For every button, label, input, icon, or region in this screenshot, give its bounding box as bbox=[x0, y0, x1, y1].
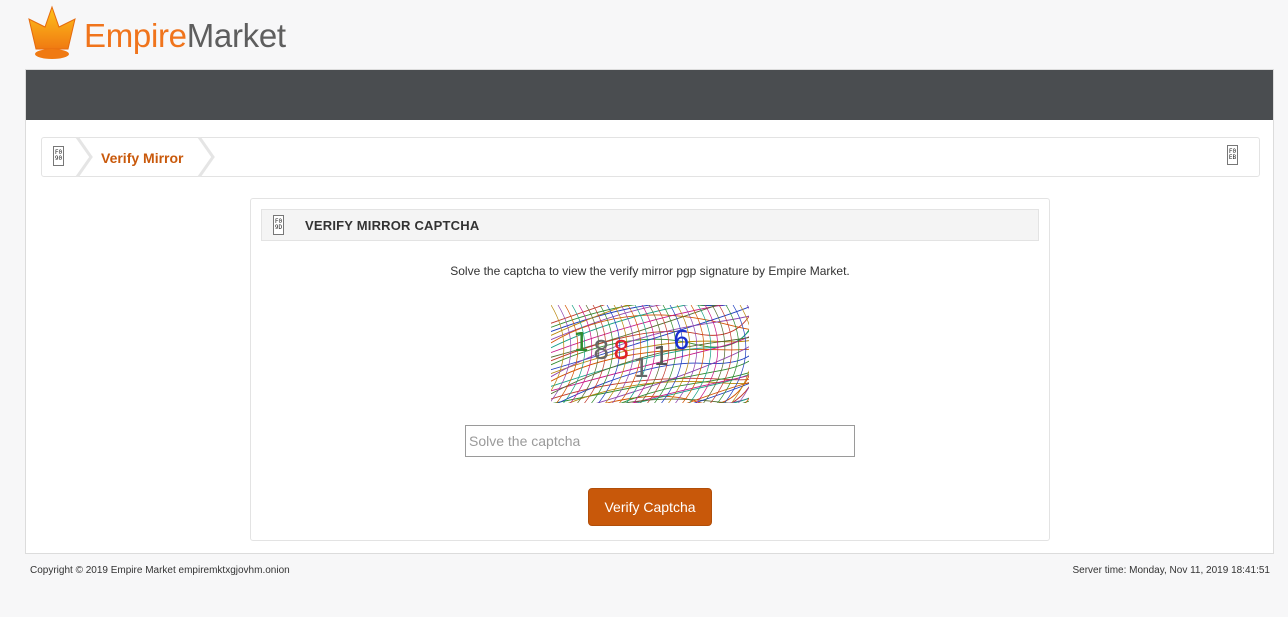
captcha-digit: 1 bbox=[573, 328, 590, 358]
crown-icon bbox=[28, 5, 76, 59]
breadcrumb: F0 90 Verify Mirror F0 EB bbox=[41, 136, 1260, 178]
top-navbar bbox=[26, 70, 1273, 120]
missing-glyph-icon[interactable]: F0 90 bbox=[53, 146, 64, 166]
breadcrumb-verify-mirror[interactable]: Verify Mirror bbox=[101, 150, 183, 166]
captcha-digit: 1 bbox=[633, 354, 650, 384]
captcha-digit: 6 bbox=[673, 326, 690, 356]
captcha-digit: 1 bbox=[653, 342, 670, 372]
logo-text-empire: Empire bbox=[84, 16, 187, 54]
chevron-right-icon bbox=[75, 136, 93, 178]
site-logo[interactable]: EmpireMarket bbox=[26, 4, 286, 62]
captcha-digit: 8 bbox=[593, 336, 610, 366]
panel-header: F0 9D VERIFY MIRROR CAPTCHA bbox=[261, 209, 1039, 241]
main-container: F0 90 Verify Mirror F0 EB F0 9D VERIFY MIRR… bbox=[25, 69, 1274, 554]
panel-title: VERIFY MIRROR CAPTCHA bbox=[305, 218, 480, 233]
logo-text-market: Market bbox=[186, 16, 286, 54]
captcha-panel: F0 9D VERIFY MIRROR CAPTCHA Solve the cap… bbox=[250, 198, 1050, 541]
captcha-input[interactable] bbox=[465, 425, 855, 457]
captcha-digit: 8 bbox=[613, 336, 630, 366]
captcha-description: Solve the captcha to view the verify mir… bbox=[450, 264, 850, 278]
missing-glyph-icon[interactable]: F0 EB bbox=[1227, 145, 1238, 165]
missing-glyph-icon: F0 9D bbox=[273, 215, 284, 235]
captcha-image: 188116 bbox=[551, 305, 749, 403]
footer-server-time: Server time: Monday, Nov 11, 2019 18:41:… bbox=[1072, 565, 1270, 576]
verify-captcha-button[interactable]: Verify Captcha bbox=[588, 488, 712, 526]
chevron-right-icon bbox=[197, 136, 215, 178]
footer-copyright: Copyright © 2019 Empire Market empiremkt… bbox=[30, 565, 290, 576]
